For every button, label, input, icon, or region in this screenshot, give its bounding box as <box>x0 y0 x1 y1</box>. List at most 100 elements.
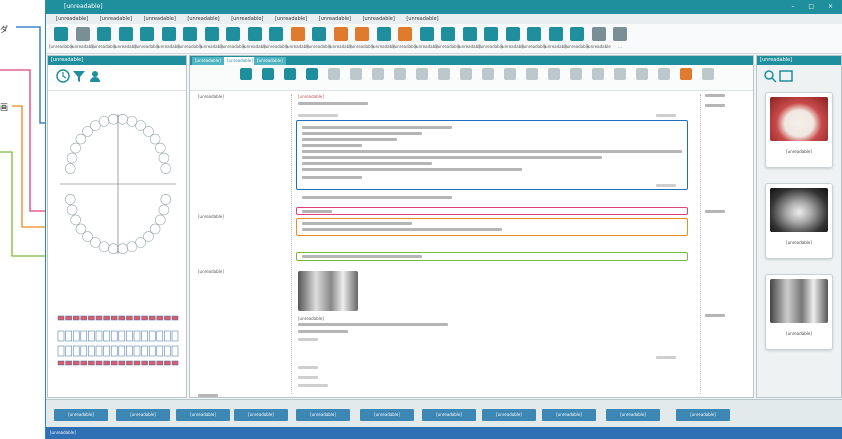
record-tool-icon[interactable] <box>548 68 560 80</box>
record-tool-icon[interactable] <box>570 68 582 80</box>
bottom-action-button[interactable]: [unreadable] <box>234 409 288 421</box>
record-tool-icon[interactable] <box>372 68 384 80</box>
record-tool-icon[interactable] <box>306 68 318 80</box>
record-tool-icon[interactable] <box>460 68 472 80</box>
record-tool-icon[interactable] <box>504 68 516 80</box>
bottom-action-button[interactable]: [unreadable] <box>422 409 476 421</box>
toolbar-label: [unreadable] <box>221 44 245 49</box>
diagnosis-box[interactable] <box>296 207 688 215</box>
tooth-outline <box>158 152 170 164</box>
findings-box[interactable] <box>296 120 688 190</box>
clipboard-icon[interactable]: [unreadable] <box>415 27 439 49</box>
record-tool-icon[interactable] <box>526 68 538 80</box>
record-tool-icon[interactable] <box>658 68 670 80</box>
report-icon[interactable]: [unreadable] <box>393 27 417 49</box>
toolbar-label: [unreadable] <box>264 44 288 49</box>
menu-item[interactable]: [unreadable] <box>144 16 176 22</box>
patient-icon[interactable]: [unreadable] <box>49 27 73 49</box>
monitor-icon[interactable]: [unreadable] <box>221 27 245 49</box>
ledger-icon[interactable]: [unreadable] <box>501 27 525 49</box>
bottom-action-button[interactable]: [unreadable] <box>482 409 536 421</box>
menu-item[interactable]: [unreadable] <box>56 16 88 22</box>
bottom-action-button[interactable]: [unreadable] <box>116 409 170 421</box>
image-search-icon[interactable] <box>763 69 777 83</box>
tooth-chart[interactable] <box>56 104 181 264</box>
chart-icon[interactable]: [unreadable] <box>286 27 310 49</box>
group-icon[interactable]: [unreadable] <box>307 27 331 49</box>
record-tool-icon[interactable] <box>702 68 714 80</box>
menu-item[interactable]: [unreadable] <box>187 16 219 22</box>
odontogram-grid[interactable] <box>56 314 181 376</box>
stats-icon[interactable]: [unreadable] <box>479 27 503 49</box>
menu-item[interactable]: [unreadable] <box>363 16 395 22</box>
window-controls[interactable]: – □ × <box>791 0 839 14</box>
record-tool-icon[interactable] <box>416 68 428 80</box>
bottom-action-button[interactable]: [unreadable] <box>176 409 230 421</box>
gear-icon[interactable]: [unreadable] <box>135 27 159 49</box>
radiation-icon[interactable]: [unreadable] <box>587 27 611 49</box>
record-tool-icon[interactable] <box>262 68 274 80</box>
receipt-icon[interactable]: [unreadable] <box>544 27 568 49</box>
record-tool-icon[interactable] <box>680 68 692 80</box>
clock-icon[interactable]: [unreadable] <box>114 27 138 49</box>
odontogram-cell <box>103 345 110 357</box>
record-tool-icon[interactable] <box>394 68 406 80</box>
record-tool-icon[interactable] <box>350 68 362 80</box>
bottom-action-button[interactable]: [unreadable] <box>606 409 660 421</box>
main-toolbar: [unreadable] [unreadable] [unreadable] [unr… <box>46 24 842 54</box>
question-icon[interactable]: [unreadable] <box>458 27 482 49</box>
bottom-action-button[interactable]: [unreadable] <box>542 409 596 421</box>
record-tool-icon[interactable] <box>482 68 494 80</box>
chat-icon[interactable]: [unreadable] <box>243 27 267 49</box>
clipboard-icon-glyph <box>419 27 434 41</box>
accounting-icon[interactable]: [unreadable] <box>157 27 181 49</box>
image-view-icon[interactable] <box>779 69 793 83</box>
menu-item[interactable]: [unreadable] <box>100 16 132 22</box>
toolbar-label: [unreadable] <box>156 44 181 49</box>
toolbar-label: [unreadable] <box>350 44 374 49</box>
list-icon[interactable]: [unreadable] <box>372 27 396 49</box>
user-search-icon[interactable] <box>88 69 102 83</box>
menu-item[interactable]: [unreadable] <box>406 16 438 22</box>
bookmark-icon[interactable]: [unreadable] <box>436 27 460 49</box>
tab-1[interactable]: [unreadable] <box>192 57 224 65</box>
window-title: [unreadable] <box>64 3 103 10</box>
record-tool-icon[interactable] <box>328 68 340 80</box>
record-tool-icon[interactable] <box>592 68 604 80</box>
bottom-action-button[interactable]: [unreadable] <box>360 409 414 421</box>
folder-icon[interactable]: [unreadable] <box>565 27 589 49</box>
tab-2[interactable]: [unreadable] <box>224 57 256 65</box>
tab-3[interactable]: [unreadable] <box>254 57 286 65</box>
menu-item[interactable]: [unreadable] <box>275 16 307 22</box>
treatment-plan-box[interactable] <box>296 218 688 236</box>
record-tool-icon[interactable] <box>284 68 296 80</box>
record-tool-icon[interactable] <box>636 68 648 80</box>
bottom-action-button[interactable]: [unreadable] <box>54 409 108 421</box>
image-panel: [unreadable] [unreadable] [unreadable] [… <box>756 55 842 398</box>
menu-item[interactable]: [unreadable] <box>319 16 351 22</box>
tooth-outline <box>107 243 119 255</box>
register-icon[interactable]: [unreadable] <box>71 27 95 49</box>
image-thumbnail[interactable]: [unreadable] <box>765 92 833 168</box>
monitor2-icon[interactable]: [unreadable] <box>522 27 546 49</box>
doctor-icon[interactable]: [unreadable] <box>264 27 288 49</box>
xray-image[interactable] <box>298 271 358 311</box>
menu-item[interactable]: [unreadable] <box>231 16 263 22</box>
calendar-icon[interactable]: [unreadable] <box>178 27 202 49</box>
image-thumbnail[interactable]: [unreadable] <box>765 183 833 259</box>
bottom-action-button[interactable]: [unreadable] <box>676 409 730 421</box>
record-tool-icon[interactable] <box>438 68 450 80</box>
filter-icon[interactable] <box>72 69 86 83</box>
user-icon[interactable]: [unreadable] <box>200 27 224 49</box>
document-icon[interactable]: [unreadable] <box>329 27 353 49</box>
tooth-outline <box>75 223 87 235</box>
record-tool-icon[interactable] <box>614 68 626 80</box>
record-tool-icon[interactable] <box>240 68 252 80</box>
bottom-action-button[interactable]: [unreadable] <box>296 409 350 421</box>
reception-icon[interactable]: [unreadable] <box>92 27 116 49</box>
clock-icon[interactable] <box>56 69 70 83</box>
odontogram-cell <box>57 360 65 366</box>
image-thumbnail[interactable]: [unreadable] <box>765 274 833 350</box>
print-icon[interactable]: [unreadable] <box>350 27 374 49</box>
more-icon[interactable]: ... <box>611 27 629 49</box>
